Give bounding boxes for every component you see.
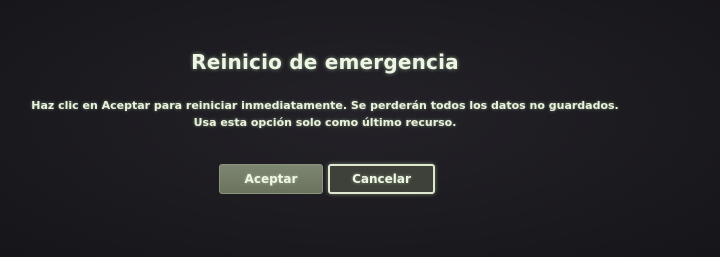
dialog-message: Haz clic en Aceptar para reiniciar inmed… xyxy=(0,97,650,131)
dialog-button-row: Aceptar Cancelar xyxy=(219,164,439,196)
dialog-message-line-1: Haz clic en Aceptar para reiniciar inmed… xyxy=(31,99,619,112)
dialog-title: Reinicio de emergencia xyxy=(191,50,459,74)
cancel-button[interactable]: Cancelar xyxy=(328,164,435,194)
emergency-restart-screen: Reinicio de emergencia Haz clic en Acept… xyxy=(0,0,720,257)
dialog-message-line-2: Usa esta opción solo como último recurso… xyxy=(193,116,457,129)
accept-button[interactable]: Aceptar xyxy=(219,164,323,194)
